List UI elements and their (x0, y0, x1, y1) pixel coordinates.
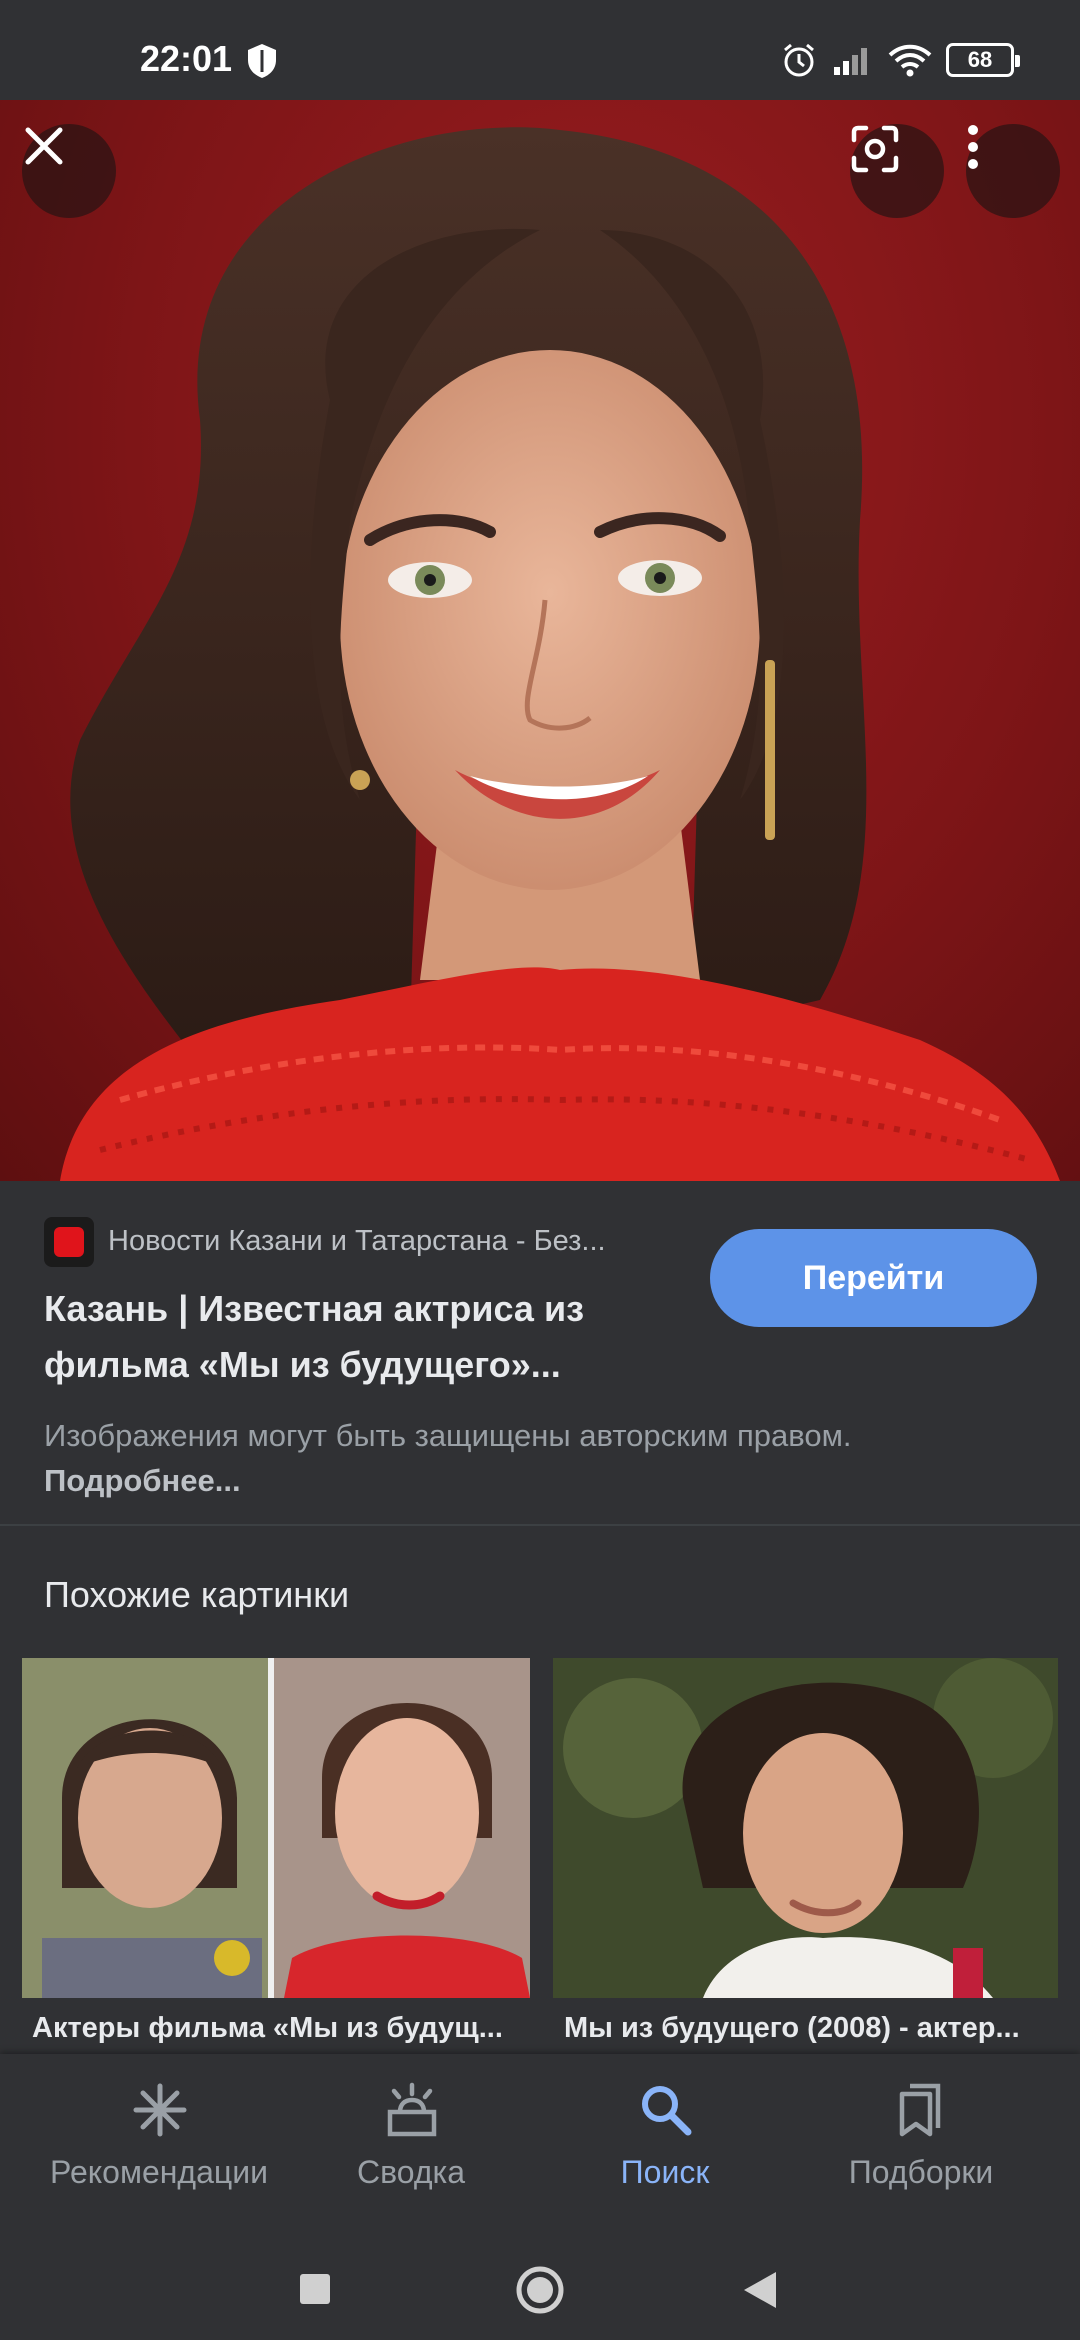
battery-icon: 68 (946, 43, 1020, 77)
related-image-1-caption[interactable]: Актеры фильма «Мы из будущ... (32, 2012, 522, 2045)
system-navigation-bar (0, 2240, 1080, 2340)
nav-tab-recommendations[interactable]: Рекомендации (24, 2054, 294, 2240)
asterisk-icon (133, 2083, 187, 2137)
copyright-text: Изображения могут быть защищены авторски… (44, 1418, 852, 1453)
close-icon (25, 127, 63, 165)
source-title[interactable]: Казань | Известная актриса из фильма «Мы… (44, 1281, 664, 1393)
back-button[interactable] (742, 2270, 778, 2310)
source-site-name[interactable]: Новости Казани и Татарстана - Без... (108, 1225, 668, 1258)
copyright-notice: Изображения могут быть защищены авторски… (44, 1413, 1044, 1503)
nav-label: Рекомендации (50, 2154, 268, 2190)
related-images-heading: Похожие картинки (44, 1574, 350, 1615)
related-image-2-picture (553, 1658, 1058, 1998)
battery-level: 68 (967, 47, 993, 72)
nav-tab-updates[interactable]: Сводка (276, 2054, 546, 2240)
wifi-icon (888, 44, 932, 77)
related-image-2[interactable] (553, 1658, 1058, 1998)
related-image-1[interactable] (22, 1658, 530, 1998)
alarm-icon (784, 43, 814, 77)
related-image-2-caption[interactable]: Мы из будущего (2008) - актер... (564, 2012, 1044, 2045)
status-bar: 22:01 68 (0, 0, 1080, 100)
preview-image[interactable] (0, 100, 1080, 1181)
close-button[interactable] (22, 124, 116, 218)
collections-icon (899, 2083, 941, 2137)
google-lens-button[interactable] (850, 124, 944, 218)
nav-label: Сводка (356, 2154, 465, 2190)
nav-label: Поиск (620, 2154, 710, 2190)
bottom-navigation: Рекомендации Сводка Поиск Подборки (0, 2054, 1080, 2240)
nav-tab-collections[interactable]: Подборки (786, 2054, 1056, 2240)
home-button[interactable] (514, 2264, 566, 2316)
nav-tab-search[interactable]: Поиск (530, 2054, 800, 2240)
status-time: 22:01 (140, 38, 233, 79)
google-lens-icon (851, 125, 899, 173)
visit-button[interactable]: Перейти (710, 1229, 1037, 1327)
shield-icon (248, 44, 276, 78)
source-panel: Новости Казани и Татарстана - Без... Каз… (0, 1181, 1080, 1526)
more-options-button[interactable] (966, 124, 1060, 218)
more-vert-icon (968, 125, 978, 169)
recents-button[interactable] (298, 2272, 332, 2306)
related-image-1-picture (22, 1658, 530, 1998)
site-favicon-icon (44, 1217, 94, 1267)
search-icon (642, 2086, 692, 2136)
learn-more-link[interactable]: Подробнее... (44, 1463, 241, 1498)
status-icons: 68 (780, 40, 1020, 80)
updates-icon (387, 2082, 437, 2137)
signal-icon (834, 48, 867, 75)
portrait-illustration (60, 127, 1060, 1181)
nav-label: Подборки (848, 2154, 994, 2190)
